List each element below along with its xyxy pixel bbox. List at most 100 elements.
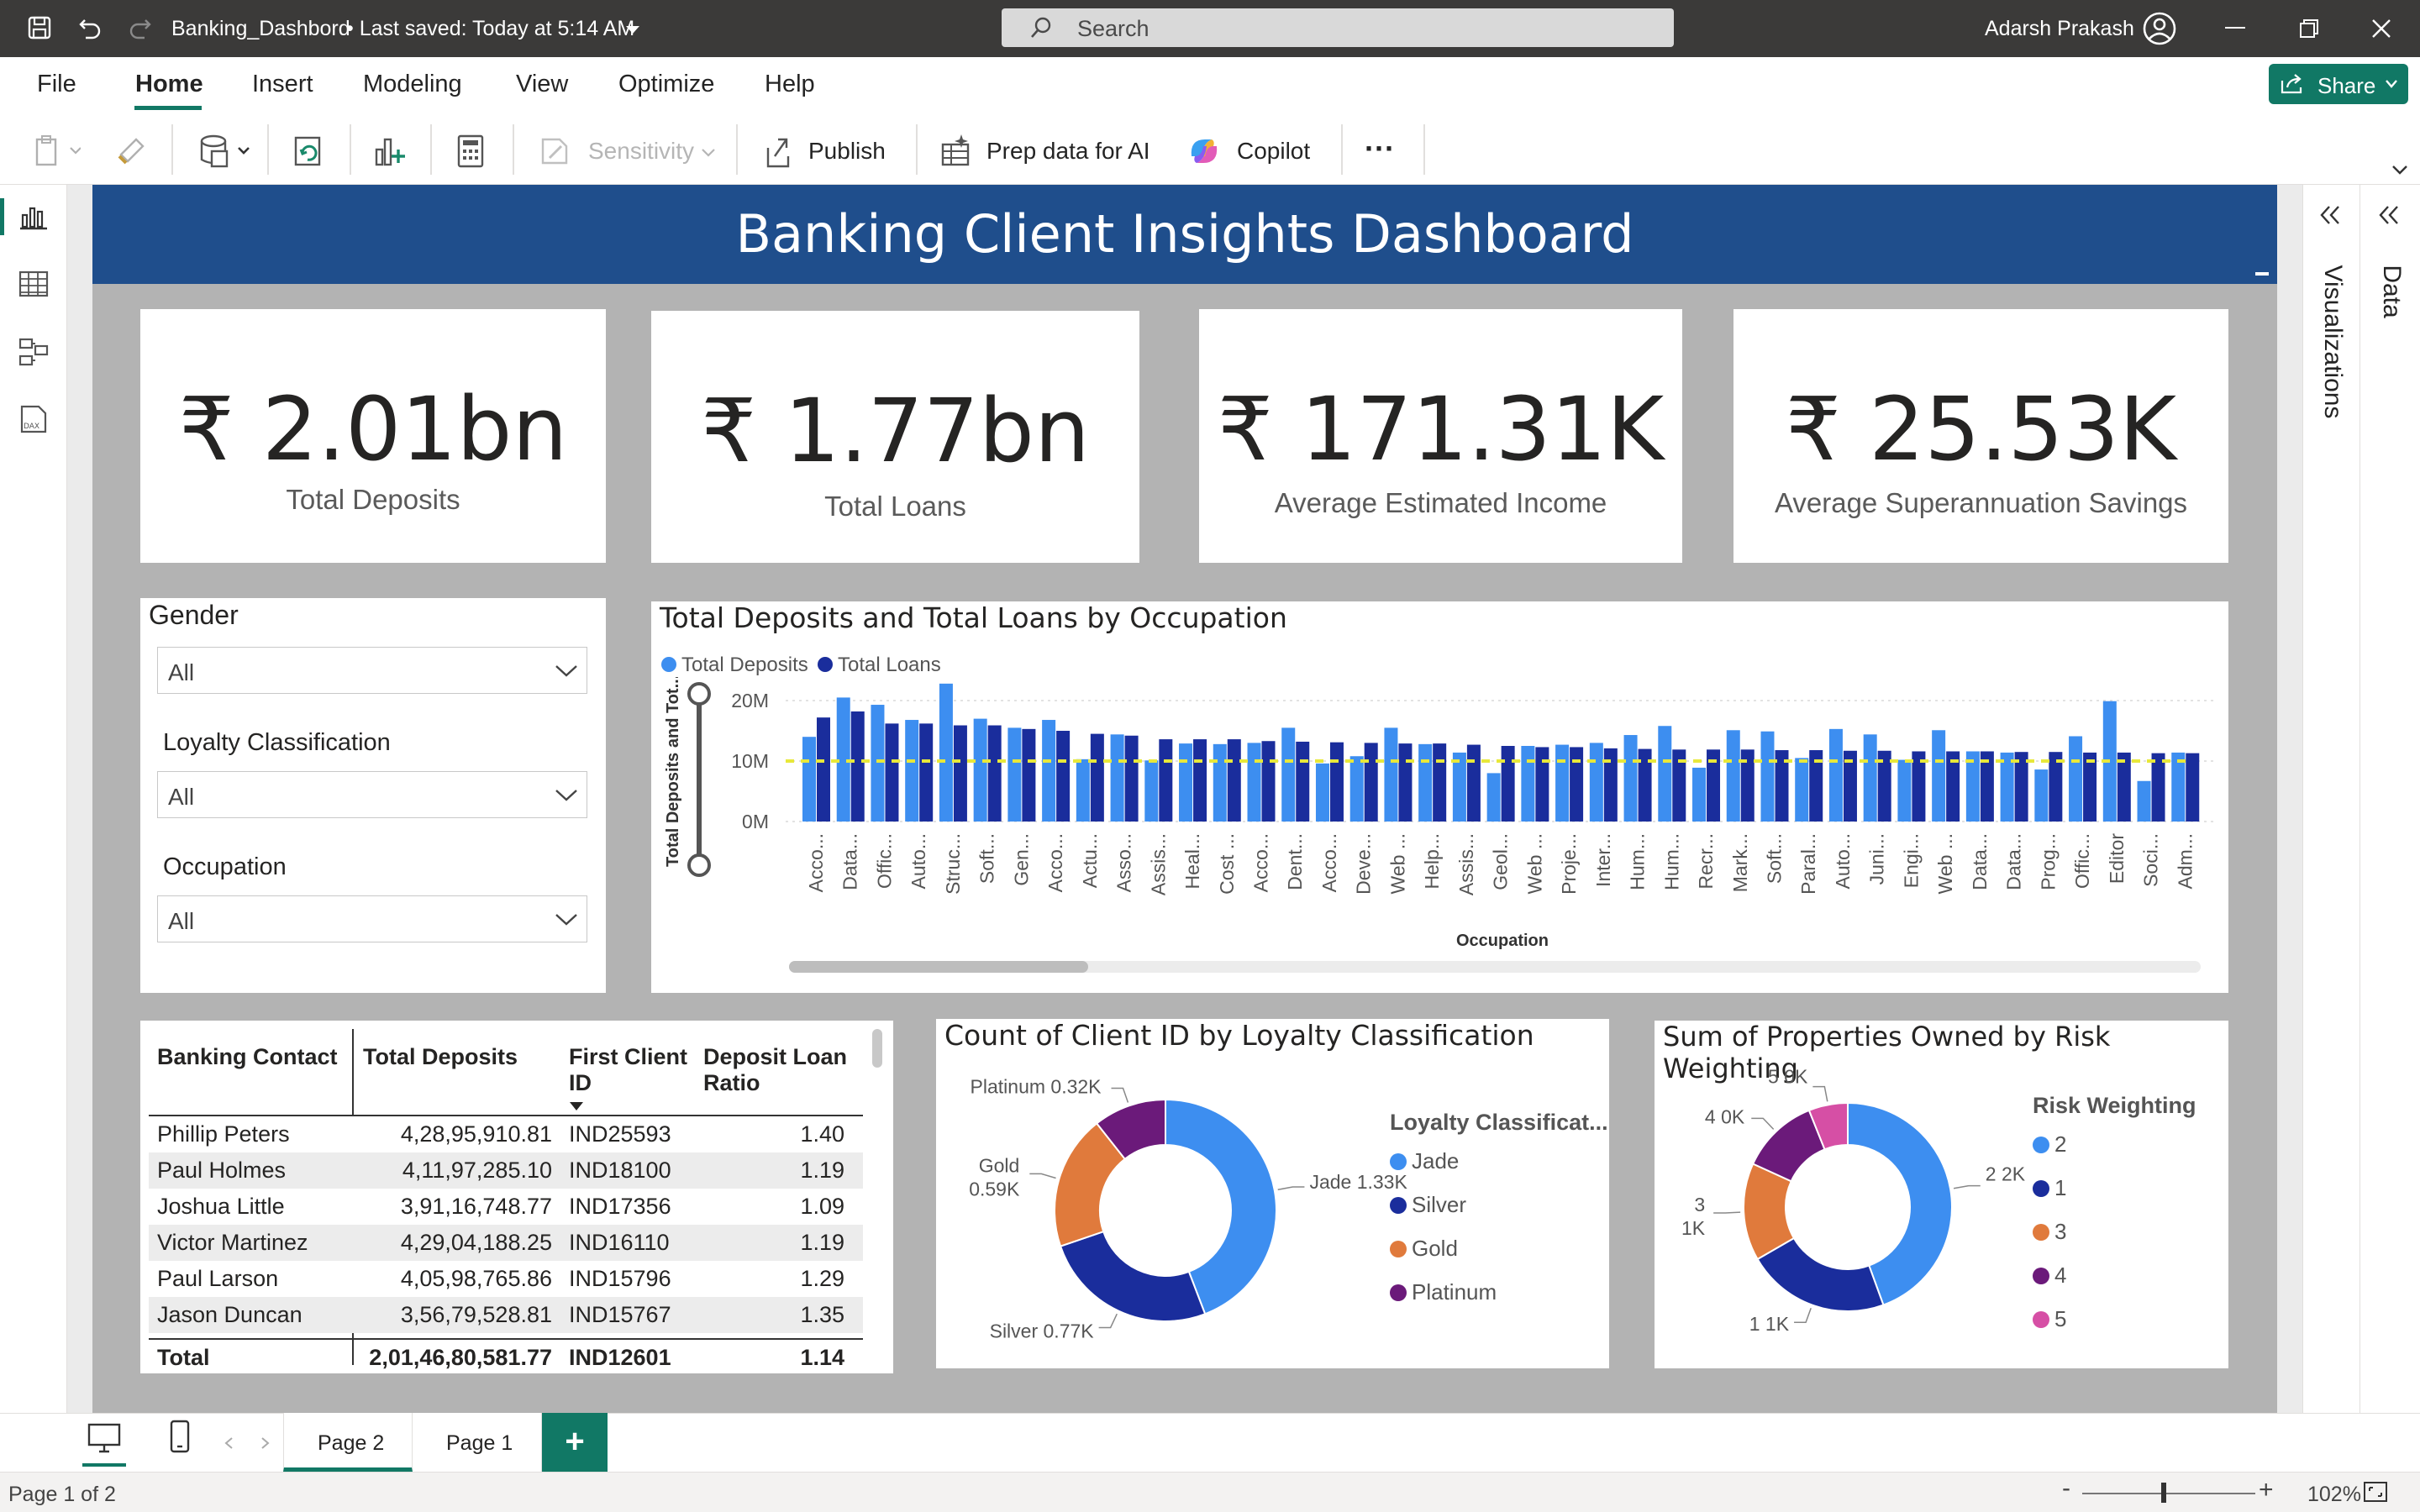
gender-dropdown[interactable]: All <box>157 647 587 694</box>
menu-view[interactable]: View <box>516 71 568 98</box>
sort-descending-icon[interactable] <box>569 1101 584 1111</box>
bar-total-deposits[interactable] <box>802 737 816 822</box>
loyalty-dropdown[interactable]: All <box>157 771 587 818</box>
bar-total-deposits[interactable] <box>1384 727 1398 822</box>
minimize-icon[interactable] <box>2225 27 2245 30</box>
refresh-icon[interactable] <box>292 134 326 170</box>
bar-total-deposits[interactable] <box>1589 743 1603 822</box>
copilot-icon[interactable] <box>1186 134 1222 168</box>
chevron-down-icon[interactable] <box>625 25 640 35</box>
legend-item-5[interactable]: 5 <box>2054 1306 2066 1331</box>
desktop-layout-icon[interactable] <box>87 1423 121 1453</box>
occupation-dropdown[interactable]: All <box>157 895 587 942</box>
bar-total-loans[interactable] <box>1603 748 1618 822</box>
bar-total-loans[interactable] <box>1501 746 1515 822</box>
bar-total-deposits[interactable] <box>2034 769 2049 822</box>
chevron-down-icon[interactable] <box>701 148 716 158</box>
legend-item-4[interactable]: 4 <box>2054 1263 2066 1288</box>
copilot-label[interactable]: Copilot <box>1237 138 1310 165</box>
bar-total-loans[interactable] <box>1193 739 1207 822</box>
bar-total-loans[interactable] <box>1466 744 1481 822</box>
bar-total-deposits[interactable] <box>1828 728 1843 822</box>
bar-total-deposits[interactable] <box>1007 727 1022 822</box>
table-view-icon[interactable] <box>18 270 49 297</box>
bar-total-loans[interactable] <box>850 711 865 822</box>
bar-total-loans[interactable] <box>1364 743 1378 822</box>
sensitivity-label[interactable]: Sensitivity <box>588 138 694 165</box>
bar-total-deposits[interactable] <box>1213 743 1227 822</box>
visualizations-pane-tab[interactable]: Visualizations <box>2316 252 2349 437</box>
bar-total-loans[interactable] <box>919 723 934 822</box>
bar-total-loans[interactable] <box>1296 741 1310 822</box>
bar-total-deposits[interactable] <box>1315 763 1329 822</box>
y-zoom-handle-bottom[interactable] <box>687 853 711 877</box>
bar-total-loans[interactable] <box>1090 733 1104 822</box>
column-header-first-client-id[interactable]: First Client ID <box>560 1029 695 1115</box>
more-options-button[interactable]: ··· <box>1365 131 1395 166</box>
bar-total-loans[interactable] <box>1433 743 1447 822</box>
bar-total-loans[interactable] <box>1022 728 1036 822</box>
bar-total-deposits[interactable] <box>871 705 885 822</box>
bar-total-deposits[interactable] <box>1247 743 1261 822</box>
bar-total-deposits[interactable] <box>1863 734 1877 822</box>
legend-item-3[interactable]: 3 <box>2054 1219 2066 1244</box>
table-row[interactable]: Paul Holmes 4,11,97,285.10 IND18100 1.19 <box>149 1152 863 1189</box>
add-page-button[interactable]: + <box>542 1413 608 1472</box>
bar-total-deposits[interactable] <box>939 683 953 822</box>
chevrons-left-icon[interactable] <box>2378 205 2400 225</box>
prep-data-icon[interactable] <box>939 133 973 168</box>
donut-slice-silver[interactable] <box>1059 1230 1207 1322</box>
close-icon[interactable] <box>2371 18 2391 39</box>
paste-icon[interactable] <box>34 134 81 168</box>
bar-total-loans[interactable] <box>1570 747 1584 822</box>
bar-total-loans[interactable] <box>1056 731 1071 822</box>
kpi-card-average-superannuation-savings[interactable]: ₹ 25.53K Average Superannuation Savings <box>1733 309 2228 563</box>
menu-optimize[interactable]: Optimize <box>618 71 714 98</box>
kpi-card-total-loans[interactable]: ₹ 1.77bn Total Loans <box>651 311 1139 563</box>
table-row[interactable]: Jason Duncan 3,56,79,528.81 IND15767 1.35 <box>149 1297 863 1333</box>
column-header-deposit-loan-ratio[interactable]: Deposit Loan Ratio <box>695 1029 855 1115</box>
get-data-icon[interactable] <box>197 133 255 170</box>
column-header-banking-contact[interactable]: Banking Contact <box>149 1029 355 1115</box>
bar-total-deposits[interactable] <box>1521 746 1535 822</box>
loyalty-donut-visual[interactable]: Count of Client ID by Loyalty Classifica… <box>936 1019 1609 1368</box>
bar-total-deposits[interactable] <box>973 718 987 822</box>
bar-total-deposits[interactable] <box>1144 760 1159 822</box>
bar-chart-visual[interactable]: Total Deposits and Total Loans by Occupa… <box>651 601 2228 993</box>
legend-item-gold[interactable]: Gold <box>1412 1236 1458 1261</box>
legend-item-platinum[interactable]: Platinum <box>1412 1279 1497 1305</box>
bar-total-deposits[interactable] <box>1795 758 1809 822</box>
save-icon[interactable] <box>27 15 52 40</box>
table-row[interactable]: Paul Larson 4,05,98,765.86 IND15796 1.29 <box>149 1261 863 1297</box>
bar-total-loans[interactable] <box>2083 752 2097 822</box>
table-row[interactable]: Joshua Little 3,91,16,748.77 IND17356 1.09 <box>149 1189 863 1225</box>
bar-total-deposits[interactable] <box>1623 735 1638 822</box>
table-scrollbar[interactable] <box>872 1029 882 1068</box>
table-row[interactable]: Victor Martinez 4,29,04,188.25 IND16110 1.1… <box>149 1225 863 1261</box>
tab-page-1[interactable]: Page 1 <box>413 1413 542 1472</box>
chevron-right-icon[interactable] <box>260 1436 271 1450</box>
bar-total-deposits[interactable] <box>1486 773 1501 822</box>
bar-total-deposits[interactable] <box>905 720 919 822</box>
zoom-in-button[interactable]: + <box>2259 1476 2274 1504</box>
legend-item-1[interactable]: 1 <box>2054 1175 2066 1200</box>
column-header-total-deposits[interactable]: Total Deposits <box>355 1029 560 1115</box>
share-button[interactable]: Share <box>2269 64 2408 104</box>
menu-insert[interactable]: Insert <box>252 71 313 98</box>
risk-donut-visual[interactable]: Sum of Properties Owned by Risk Weightin… <box>1655 1021 2228 1368</box>
restore-icon[interactable] <box>2299 18 2319 39</box>
bar-total-deposits[interactable] <box>2171 752 2186 822</box>
model-view-icon[interactable] <box>18 338 49 366</box>
bar-total-deposits[interactable] <box>1179 743 1193 822</box>
redo-icon[interactable] <box>128 15 153 40</box>
search-box[interactable]: Search <box>1002 8 1674 47</box>
bar-total-deposits[interactable] <box>1555 744 1570 822</box>
legend-total-loans[interactable]: Total Loans <box>838 654 941 677</box>
user-avatar-icon[interactable] <box>2143 12 2176 45</box>
zoom-slider-thumb[interactable] <box>2161 1483 2166 1503</box>
bar-total-deposits[interactable] <box>2137 780 2151 822</box>
bar-total-loans[interactable] <box>1329 742 1344 822</box>
bar-total-deposits[interactable] <box>1658 726 1672 822</box>
format-painter-icon[interactable] <box>114 134 148 168</box>
tab-page-2[interactable]: Page 2 <box>283 1413 413 1472</box>
